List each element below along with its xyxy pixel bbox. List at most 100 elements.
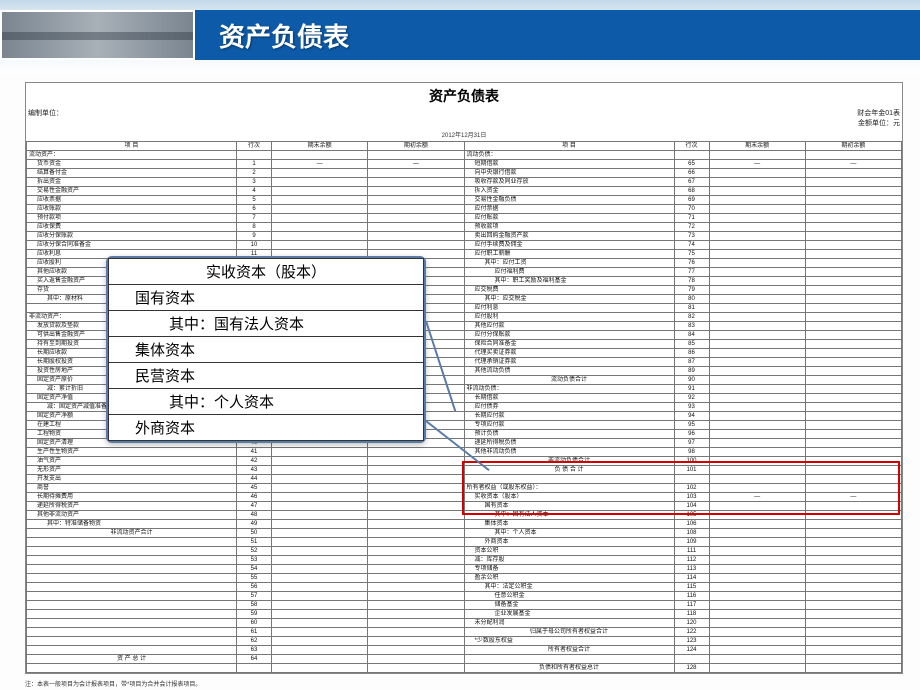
item-cell: 代理买卖证券款 — [464, 349, 674, 358]
line-no: 82 — [674, 313, 709, 322]
callout-r1: 实收资本（股本） — [109, 259, 424, 285]
end-bal — [272, 547, 368, 556]
end-bal — [709, 214, 805, 223]
table-row: 开发支出44 — [27, 475, 902, 484]
line-no: 81 — [674, 304, 709, 313]
end-bal — [709, 664, 805, 673]
beg-bal — [805, 547, 901, 556]
line-no: 4 — [237, 187, 272, 196]
th-line-r: 行次 — [674, 142, 709, 151]
item-cell — [27, 637, 237, 646]
table-row: 51外商资本109 — [27, 538, 902, 547]
item-cell: 应付股利 — [464, 313, 674, 322]
end-bal — [709, 583, 805, 592]
end-bal — [709, 169, 805, 178]
end-bal — [272, 511, 368, 520]
end-bal — [272, 475, 368, 484]
end-bal — [272, 565, 368, 574]
line-no: 52 — [237, 547, 272, 556]
beg-bal — [805, 574, 901, 583]
line-no: 91 — [674, 385, 709, 394]
end-bal — [272, 538, 368, 547]
th-beg-r: 期初余额 — [805, 142, 901, 151]
line-no: 106 — [674, 520, 709, 529]
item-cell: 预收款项 — [464, 223, 674, 232]
line-no: 97 — [674, 439, 709, 448]
end-bal — [272, 196, 368, 205]
item-cell — [27, 610, 237, 619]
end-bal — [272, 205, 368, 214]
end-bal: — — [272, 160, 368, 169]
line-no: 1 — [237, 160, 272, 169]
beg-bal — [805, 151, 901, 160]
line-no: 96 — [674, 430, 709, 439]
table-row: 54专项储备113 — [27, 565, 902, 574]
line-no: 83 — [674, 322, 709, 331]
table-row: 交易性金融资产4拆入资金68 — [27, 187, 902, 196]
line-no: 56 — [237, 583, 272, 592]
item-cell: 应收分保合同准备金 — [27, 241, 237, 250]
item-cell: 负债和所有者权益总计 — [464, 664, 674, 673]
table-row: 应收票据5交易性金融负债69 — [27, 196, 902, 205]
beg-bal — [805, 646, 901, 655]
end-bal — [272, 529, 368, 538]
line-no: 53 — [237, 556, 272, 565]
line-no — [674, 655, 709, 664]
beg-bal — [805, 223, 901, 232]
table-row: 56其中：法定公积金115 — [27, 583, 902, 592]
beg-bal — [368, 466, 464, 475]
table-row: 60未分配利润120 — [27, 619, 902, 628]
line-no: 86 — [674, 349, 709, 358]
item-cell: 其他非流动负债 — [464, 448, 674, 457]
line-no: 128 — [674, 664, 709, 673]
line-no: 114 — [674, 574, 709, 583]
end-bal — [272, 637, 368, 646]
end-bal — [709, 232, 805, 241]
form-no: 财会年金01表 — [857, 110, 900, 117]
item-cell: 短期借款 — [464, 160, 674, 169]
item-cell: 非流动负债： — [464, 385, 674, 394]
item-cell: 递延所得税资产 — [27, 502, 237, 511]
end-bal — [272, 646, 368, 655]
beg-bal — [368, 448, 464, 457]
table-row: 应收分保合同准备金10应付手续费及佣金74 — [27, 241, 902, 250]
end-bal — [709, 385, 805, 394]
end-bal — [709, 466, 805, 475]
table-row: 商誉45所有者权益（或股东权益）：102 — [27, 484, 902, 493]
table-row: 应收保费8预收款项72 — [27, 223, 902, 232]
item-cell — [27, 583, 237, 592]
end-bal: — — [709, 160, 805, 169]
line-no — [237, 664, 272, 673]
beg-bal — [805, 565, 901, 574]
item-cell: 保险合同准备金 — [464, 340, 674, 349]
table-row: 63所有者权益合计124 — [27, 646, 902, 655]
item-cell: 开发支出 — [27, 475, 237, 484]
beg-bal — [805, 367, 901, 376]
item-cell — [464, 475, 674, 484]
beg-bal — [368, 457, 464, 466]
line-no: 104 — [674, 502, 709, 511]
line-no: 48 — [237, 511, 272, 520]
item-cell: 其中：个人资本 — [464, 529, 674, 538]
beg-bal — [368, 241, 464, 250]
line-no — [237, 151, 272, 160]
line-no: 90 — [674, 376, 709, 385]
beg-bal — [805, 277, 901, 286]
end-bal — [272, 556, 368, 565]
end-bal — [272, 484, 368, 493]
end-bal — [272, 664, 368, 673]
item-cell: 递延所得税负债 — [464, 439, 674, 448]
beg-bal — [805, 259, 901, 268]
end-bal — [709, 520, 805, 529]
end-bal — [709, 349, 805, 358]
beg-bal — [805, 655, 901, 664]
end-bal — [709, 628, 805, 637]
end-bal — [709, 367, 805, 376]
end-bal — [709, 304, 805, 313]
table-row: 57任意公积金116 — [27, 592, 902, 601]
table-row: 53减：库存股112 — [27, 556, 902, 565]
end-bal — [709, 358, 805, 367]
line-no: 51 — [237, 538, 272, 547]
beg-bal — [368, 565, 464, 574]
beg-bal — [805, 196, 901, 205]
